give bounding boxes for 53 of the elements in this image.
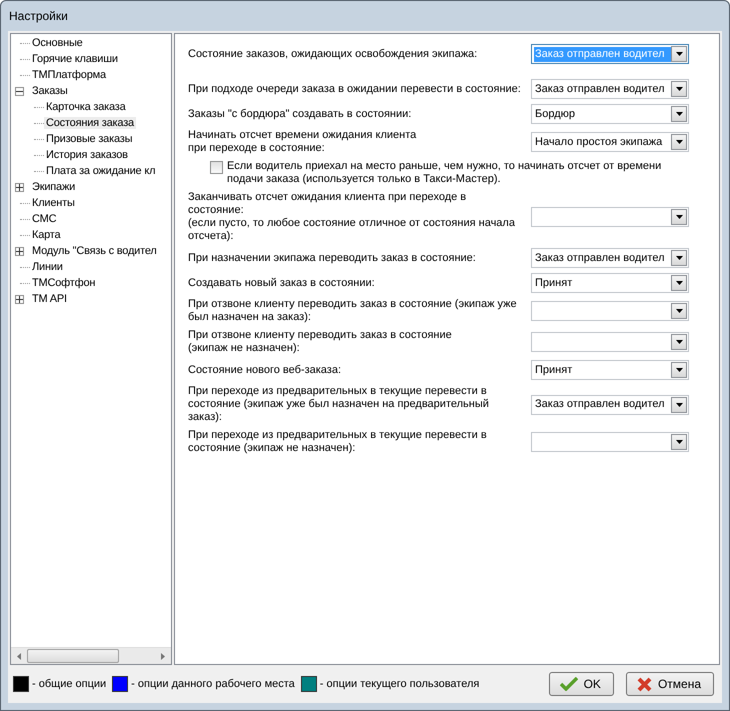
state-dropdown[interactable]: Принят [531,360,689,380]
setting-label: Состояние заказов, ожидающих освобождения экипажа: [188,48,478,60]
legend-label: - общие опции [32,678,106,690]
expander-icon[interactable] [15,246,24,256]
tree-item[interactable]: Основные [30,37,85,49]
tree-item[interactable]: Карта [30,229,62,241]
close-icon [636,676,652,692]
checkbox-label: Если водитель приехал на место раньше, чем нужно, то начинать отсчет от времени подачи заказа (используется только в Такси-Мастер). [227,160,662,186]
setting-label: Создавать новый заказ в состоянии: [188,276,376,290]
expander-icon[interactable] [15,182,24,192]
setting-label: Состояние нового веб-заказа: [188,364,342,376]
tree-item[interactable]: Плата за ожидание кл [44,165,158,177]
setting-label: Заканчивать отсчет ожидания клиента при переходе в состояние: (если пусто, то любое состояние отличное от состояния начала отсчета): [188,191,516,243]
tree-item[interactable]: TM API [30,293,69,305]
tree-item[interactable]: Экипажи [30,181,78,193]
tree-item[interactable]: Заказы [30,85,70,97]
setting-label: При подходе очереди заказа в ожидании перевести в состояние: [188,82,522,96]
state-dropdown[interactable]: Принят [531,273,689,293]
tree-item[interactable]: Карточка заказа [44,101,128,113]
setting-label: Заказы "с бордюра" создавать в состоянии: [188,108,412,120]
setting-label: При отзвоне клиенту переводить заказ в состояние (экипаж не назначен): [188,329,453,355]
cancel-button[interactable]: Отмена [626,672,714,696]
tree-item[interactable]: Горячие клавиши [30,53,120,65]
setting-label: При отзвоне клиенту переводить заказ в состояние (экипаж уже был назначен на заказ): [188,298,518,324]
state-dropdown[interactable]: Начало простоя экипажа [531,132,689,152]
tree-item[interactable]: Состояния заказа [44,117,136,129]
expander-icon[interactable] [15,294,24,304]
tree-item[interactable]: Клиенты [30,197,77,209]
scroll-left-icon[interactable] [17,652,21,660]
legend-label: - опции текущего пользователя [320,678,480,690]
setting-label: При переходе из предварительных в текущие перевести в состояние (экипаж не назначен): [188,429,488,455]
checkbox[interactable] [210,161,223,174]
state-dropdown[interactable]: Заказ отправлен водител [531,394,689,414]
legend-label: - опции данного рабочего места [131,678,295,690]
state-dropdown[interactable]: Бордюр [531,104,689,124]
tree-item[interactable]: Призовые заказы [44,133,134,145]
tree-item[interactable]: История заказов [44,149,130,161]
tree-item[interactable]: ТМПлатформа [30,69,108,81]
ok-button[interactable]: OK [548,672,614,696]
setting-label: Начинать отсчет времени ожидания клиента при переходе в состояние: [188,129,418,155]
window-title: Настройки [8,9,68,23]
expander-icon[interactable] [15,86,24,96]
tree-item[interactable]: Модуль "Связь с водител [30,245,159,257]
setting-label: При назначении экипажа переводить заказ в состояние: [188,252,477,264]
tree-item[interactable]: СМС [30,213,58,225]
state-dropdown[interactable]: Заказ отправлен водител [531,248,689,268]
tree-item[interactable]: ТМСофтфон [30,277,98,289]
tree-item[interactable]: Линии [30,261,65,273]
scroll-right-icon[interactable] [161,652,165,660]
horizontal-scrollbar[interactable] [11,647,171,664]
state-dropdown[interactable]: Заказ отправлен водител [531,79,689,99]
setting-label: При переходе из предварительных в текущие перевести в состояние (экипаж уже был назначен на предварительный заказ): [188,385,490,424]
checkmark-icon [560,677,578,691]
